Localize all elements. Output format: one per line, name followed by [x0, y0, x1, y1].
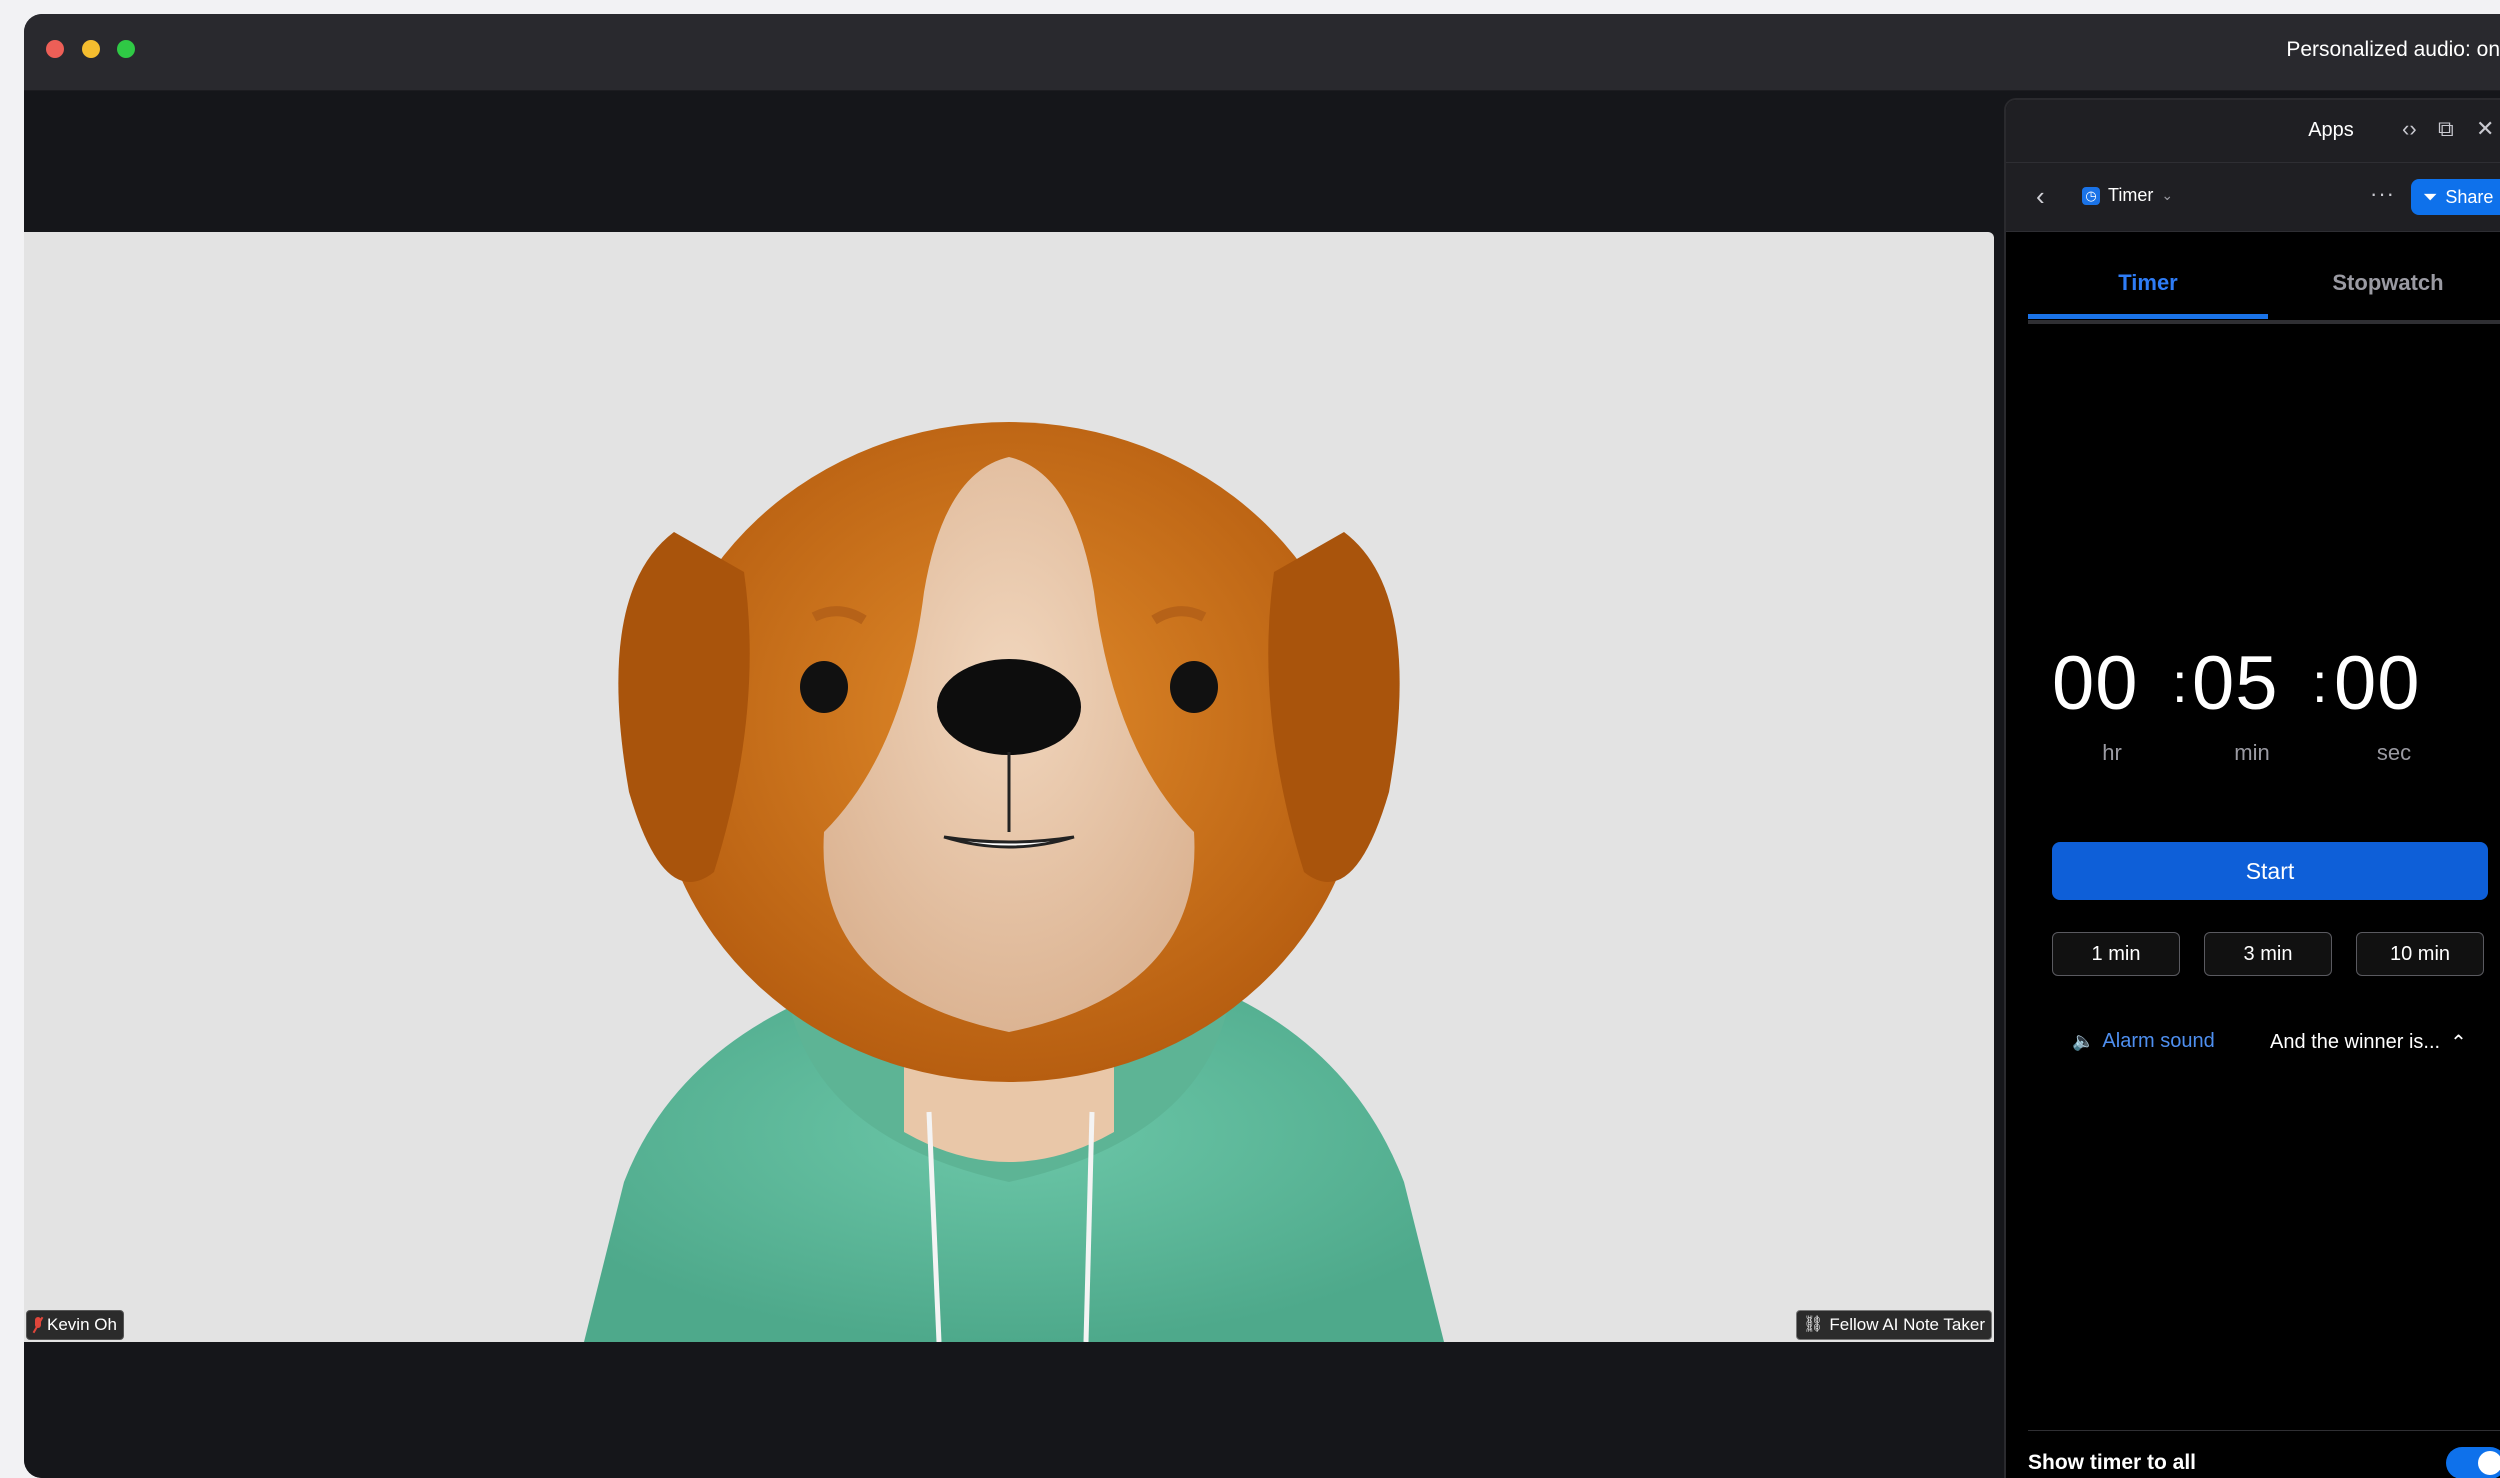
- share-funnel-icon: ⏷: [2423, 186, 2438, 207]
- apps-panel: Apps ‹› ⧉ ✕ ‹ ◷ Timer ⌄ ··· ⏷ Share Time…: [2004, 98, 2500, 1478]
- more-options-icon[interactable]: ···: [2370, 181, 2395, 207]
- back-arrow-icon[interactable]: ‹: [2036, 181, 2045, 212]
- link-icon: ⛓: [1803, 1316, 1824, 1333]
- app-switcher-dropdown[interactable]: ◷ Timer ⌄: [2082, 185, 2173, 206]
- timer-clock-icon: ◷: [2082, 186, 2100, 205]
- notetaker-label: Fellow AI Note Taker: [1829, 1315, 1985, 1334]
- mic-muted-icon: [33, 1316, 43, 1334]
- meeting-window: Personalized audio: on Kevin Oh ⛓ Fellow…: [24, 14, 2500, 1478]
- timer-display: 00 : 05 : 00 hr min sec: [2052, 640, 2472, 780]
- minutes-unit-label: min: [2234, 740, 2270, 765]
- close-window-button[interactable]: [46, 40, 64, 58]
- personalized-audio-status[interactable]: Personalized audio: on: [2286, 38, 2500, 62]
- minutes-value[interactable]: 05: [2192, 640, 2279, 727]
- pop-out-icon[interactable]: ⧉: [2438, 116, 2454, 142]
- chevron-down-icon: ⌄: [2161, 187, 2174, 203]
- minimize-window-button[interactable]: [82, 40, 100, 58]
- close-icon[interactable]: ✕: [2476, 116, 2494, 142]
- speaker-icon: 🔈: [2072, 1031, 2095, 1051]
- show-timer-label: Show timer to all: [2028, 1451, 2197, 1474]
- alarm-sound-link[interactable]: 🔈 Alarm sound: [2072, 1030, 2215, 1053]
- share-button[interactable]: ⏷ Share: [2411, 179, 2500, 215]
- video-area: Kevin Oh ⛓ Fellow AI Note Taker: [24, 91, 2004, 1478]
- time-separator: :: [2312, 651, 2328, 714]
- panel-footer: Show timer to all: [2028, 1430, 2500, 1478]
- hours-unit-label: hr: [2102, 740, 2122, 765]
- apps-toolbar: ‹ ◷ Timer ⌄ ··· ⏷ Share: [2006, 163, 2500, 232]
- share-label: Share: [2445, 186, 2494, 207]
- alarm-sound-value: And the winner is...: [2270, 1031, 2441, 1053]
- tab-stopwatch[interactable]: Stopwatch: [2268, 270, 2500, 296]
- show-timer-toggle[interactable]: [2446, 1447, 2500, 1478]
- toggle-knob: [2478, 1451, 2500, 1475]
- hours-value[interactable]: 00: [2052, 640, 2139, 727]
- alarm-sound-select[interactable]: And the winner is... ⌃: [2270, 1030, 2467, 1055]
- apps-panel-title: Apps: [2308, 119, 2354, 141]
- app-name-label: Timer: [2108, 185, 2154, 205]
- zoom-window-button[interactable]: [117, 40, 135, 58]
- seconds-unit-label: sec: [2376, 740, 2412, 765]
- time-separator: :: [2172, 651, 2188, 714]
- seconds-value[interactable]: 00: [2334, 640, 2421, 727]
- participant-video-tile[interactable]: Kevin Oh ⛓ Fellow AI Note Taker: [24, 232, 1994, 1342]
- start-button[interactable]: Start: [2052, 842, 2488, 900]
- embed-code-icon[interactable]: ‹›: [2402, 116, 2417, 142]
- preset-1-min-button[interactable]: 1 min: [2052, 932, 2180, 976]
- chevron-up-icon: ⌃: [2450, 1032, 2467, 1054]
- notetaker-tag[interactable]: ⛓ Fellow AI Note Taker: [1796, 1310, 1992, 1340]
- timer-tabs: Timer Stopwatch: [2028, 270, 2500, 324]
- apps-panel-header: Apps ‹› ⧉ ✕: [2006, 100, 2500, 163]
- participant-name: Kevin Oh: [47, 1315, 117, 1334]
- alarm-sound-label: Alarm sound: [2102, 1030, 2215, 1052]
- tab-timer[interactable]: Timer: [2028, 270, 2268, 319]
- preset-10-min-button[interactable]: 10 min: [2356, 932, 2484, 976]
- dog-avatar-image: [584, 422, 1444, 1342]
- participant-name-tag: Kevin Oh: [26, 1310, 124, 1340]
- preset-3-min-button[interactable]: 3 min: [2204, 932, 2332, 976]
- title-bar: Personalized audio: on: [24, 14, 2500, 91]
